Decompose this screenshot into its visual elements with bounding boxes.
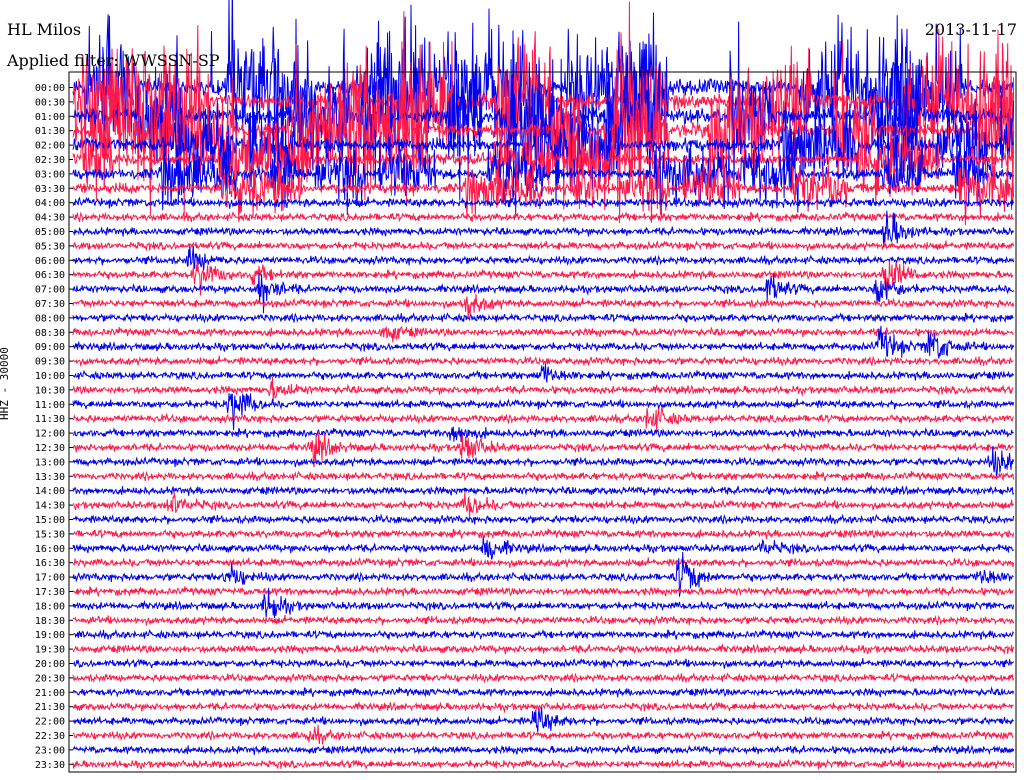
trace-row-42 bbox=[72, 686, 1015, 698]
tick-label-31: 15:30 bbox=[35, 529, 65, 540]
tick-label-2: 01:00 bbox=[35, 112, 65, 123]
trace-row-9 bbox=[72, 211, 1014, 223]
trace-row-29 bbox=[72, 491, 1014, 520]
tick-label-14: 07:00 bbox=[35, 285, 65, 296]
tick-label-41: 20:30 bbox=[35, 673, 65, 684]
tick-label-38: 19:00 bbox=[35, 630, 65, 641]
trace-row-12 bbox=[72, 245, 1015, 271]
filter-label: Applied filter: WWSSN-SP bbox=[7, 51, 220, 70]
tick-label-46: 23:00 bbox=[35, 745, 65, 756]
trace-row-43 bbox=[72, 700, 1014, 714]
tick-label-0: 00:00 bbox=[35, 83, 65, 94]
trace-row-19 bbox=[72, 355, 1014, 367]
tick-label-17: 08:30 bbox=[35, 328, 65, 339]
trace-row-35 bbox=[72, 586, 1014, 597]
trace-row-30 bbox=[72, 513, 1015, 526]
trace-row-38 bbox=[72, 628, 1015, 641]
tick-label-22: 11:00 bbox=[35, 400, 65, 411]
tick-label-10: 05:00 bbox=[35, 227, 65, 238]
trace-row-16 bbox=[72, 312, 1014, 324]
trace-row-27 bbox=[72, 470, 1015, 482]
tick-label-5: 02:30 bbox=[35, 155, 65, 166]
trace-row-33 bbox=[72, 557, 1015, 568]
trace-row-8 bbox=[72, 196, 1015, 209]
tick-label-40: 20:00 bbox=[35, 659, 65, 670]
tick-label-1: 00:30 bbox=[35, 97, 65, 108]
tick-label-30: 15:00 bbox=[35, 515, 65, 526]
tick-label-3: 01:30 bbox=[35, 126, 65, 137]
tick-label-44: 22:00 bbox=[35, 717, 65, 728]
trace-row-47 bbox=[72, 758, 1015, 770]
trace-row-41 bbox=[72, 672, 1015, 684]
tick-label-43: 21:30 bbox=[35, 702, 65, 713]
tick-label-12: 06:00 bbox=[35, 256, 65, 267]
tick-label-26: 13:00 bbox=[35, 457, 65, 468]
tick-label-15: 07:30 bbox=[35, 299, 65, 310]
tick-label-19: 09:30 bbox=[35, 357, 65, 368]
tick-label-39: 19:30 bbox=[35, 645, 65, 656]
tick-label-20: 10:00 bbox=[35, 371, 65, 382]
tick-label-34: 17:00 bbox=[35, 573, 65, 584]
trace-row-40 bbox=[72, 657, 1014, 669]
tick-label-33: 16:30 bbox=[35, 558, 65, 569]
trace-row-24 bbox=[72, 426, 1014, 443]
tick-label-8: 04:00 bbox=[35, 198, 65, 209]
tick-label-24: 12:00 bbox=[35, 429, 65, 440]
trace-row-14 bbox=[72, 272, 1015, 314]
tick-label-18: 09:00 bbox=[35, 342, 65, 353]
trace-row-32 bbox=[72, 536, 1014, 560]
tick-label-29: 14:30 bbox=[35, 501, 65, 512]
tick-label-37: 18:30 bbox=[35, 616, 65, 627]
trace-row-21 bbox=[72, 376, 1014, 402]
tick-label-27: 13:30 bbox=[35, 472, 65, 483]
date-label: 2013-11-17 bbox=[924, 20, 1017, 39]
tick-label-36: 18:00 bbox=[35, 601, 65, 612]
tick-label-25: 12:30 bbox=[35, 443, 65, 454]
tick-label-11: 05:30 bbox=[35, 241, 65, 252]
trace-row-17 bbox=[72, 325, 1014, 343]
tick-label-35: 17:30 bbox=[35, 587, 65, 598]
tick-label-13: 06:30 bbox=[35, 270, 65, 281]
tick-label-45: 22:30 bbox=[35, 731, 65, 742]
trace-row-39 bbox=[72, 642, 1015, 655]
trace-row-25 bbox=[72, 431, 1014, 468]
trace-row-22 bbox=[72, 393, 1015, 431]
tick-label-4: 02:00 bbox=[35, 141, 65, 152]
tick-label-21: 10:30 bbox=[35, 385, 65, 396]
tick-layer: 00:00 00:30 01:00 01:30 02:00 02:30 03:00 03:30… bbox=[35, 83, 73, 771]
tick-label-23: 11:30 bbox=[35, 414, 65, 425]
trace-row-23 bbox=[72, 406, 1014, 433]
trace-row-46 bbox=[72, 744, 1015, 756]
tick-label-42: 21:00 bbox=[35, 688, 65, 699]
tick-label-9: 04:30 bbox=[35, 213, 65, 224]
trace-row-11 bbox=[72, 240, 1015, 252]
tick-label-7: 03:30 bbox=[35, 184, 65, 195]
trace-layer bbox=[72, 0, 1015, 770]
trace-row-26 bbox=[72, 446, 1015, 479]
tick-label-28: 14:00 bbox=[35, 486, 65, 497]
tick-label-32: 16:00 bbox=[35, 544, 65, 555]
tick-label-6: 03:00 bbox=[35, 169, 65, 180]
station-title: HL Milos bbox=[7, 20, 82, 39]
y-axis-label: HHZ - 30000 bbox=[0, 347, 11, 420]
trace-row-28 bbox=[72, 484, 1015, 496]
seismogram-plot: 00:00 00:30 01:00 01:30 02:00 02:30 03:00 03:30… bbox=[35, 0, 1017, 773]
trace-row-37 bbox=[72, 614, 1015, 626]
trace-row-44 bbox=[72, 707, 1014, 733]
trace-row-20 bbox=[72, 364, 1015, 383]
tick-label-16: 08:00 bbox=[35, 313, 65, 324]
trace-row-31 bbox=[72, 528, 1015, 540]
tick-label-47: 23:30 bbox=[35, 760, 65, 771]
